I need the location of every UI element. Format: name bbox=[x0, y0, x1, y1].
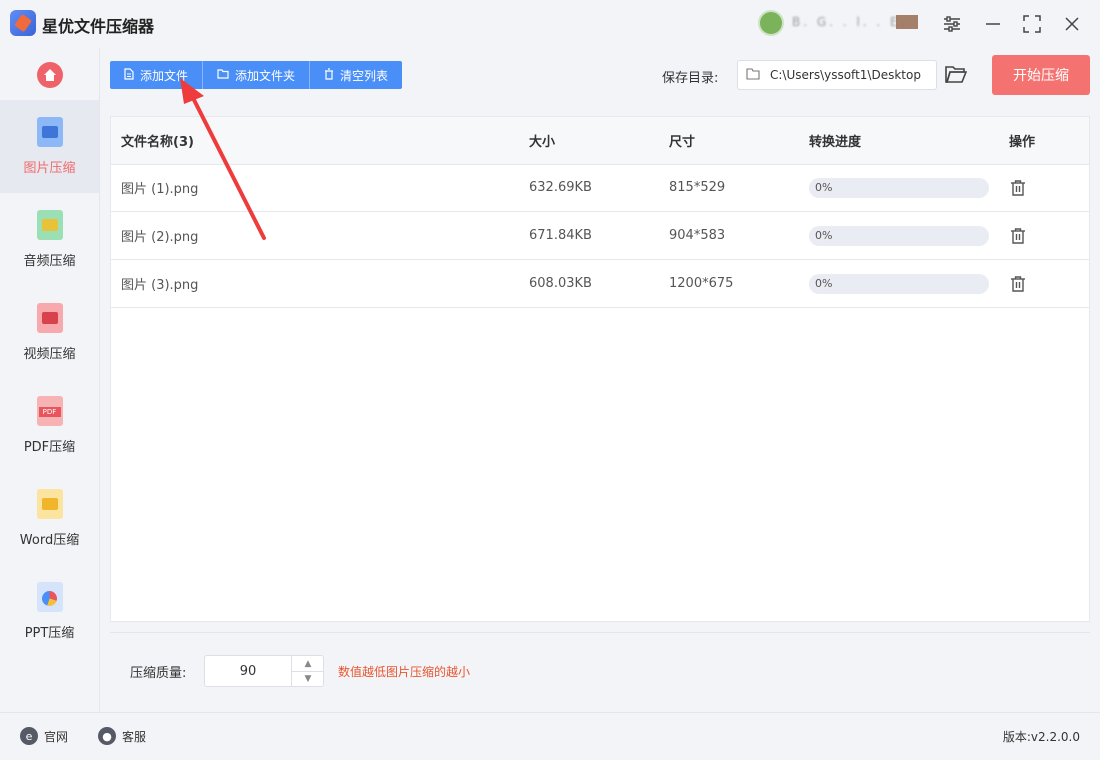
close-icon[interactable] bbox=[1060, 12, 1084, 36]
username-redaction bbox=[896, 15, 918, 29]
sidebar: 图片压缩 音频压缩 视频压缩 PDF PDF压缩 Word压缩 PPT压缩 bbox=[0, 48, 100, 712]
quality-label: 压缩质量: bbox=[130, 666, 187, 681]
sidebar-item-label: 音频压缩 bbox=[23, 254, 76, 269]
header-dimensions: 尺寸 bbox=[669, 135, 696, 150]
save-directory-label: 保存目录: bbox=[662, 71, 719, 86]
progress-label: 0% bbox=[815, 228, 833, 242]
quality-input[interactable]: 90 bbox=[205, 656, 291, 686]
header-size: 大小 bbox=[529, 135, 556, 150]
file-dimensions: 815*529 bbox=[669, 180, 726, 195]
open-folder-icon[interactable] bbox=[945, 64, 969, 86]
settings-sliders-icon[interactable] bbox=[940, 12, 964, 36]
sidebar-item-pdf-compress[interactable]: PDF PDF压缩 bbox=[0, 379, 99, 472]
sidebar-item-image-compress[interactable]: 图片压缩 bbox=[0, 100, 99, 193]
progress-cell: 0% bbox=[809, 212, 989, 259]
table-row[interactable]: 图片 (3).png 608.03KB 1200*675 0% bbox=[111, 260, 1089, 308]
sidebar-item-label: 图片压缩 bbox=[23, 161, 76, 176]
file-size: 671.84KB bbox=[529, 228, 592, 243]
audio-file-icon bbox=[36, 210, 63, 240]
minimize-icon[interactable] bbox=[981, 12, 1005, 36]
trash-icon[interactable] bbox=[1009, 227, 1027, 245]
support-link[interactable]: ● 客服 bbox=[98, 727, 146, 745]
progress-bar: 0% bbox=[809, 177, 989, 198]
home-icon[interactable] bbox=[37, 62, 63, 88]
ppt-file-icon bbox=[36, 582, 63, 612]
progress-label: 0% bbox=[815, 276, 833, 290]
header-name: 文件名称(3) bbox=[121, 135, 194, 150]
quality-stepper[interactable]: 90 ▲ ▼ bbox=[204, 655, 324, 687]
add-file-button[interactable]: 添加文件 bbox=[110, 61, 204, 89]
stepper-down-icon[interactable]: ▼ bbox=[291, 671, 324, 686]
delete-row-cell bbox=[1009, 164, 1027, 211]
add-file-label: 添加文件 bbox=[140, 68, 189, 83]
file-table: 文件名称(3) 大小 尺寸 转换进度 操作 图片 (1).png 632.69K… bbox=[110, 116, 1090, 622]
header-progress: 转换进度 bbox=[809, 135, 862, 150]
table-row[interactable]: 图片 (1).png 632.69KB 815*529 0% bbox=[111, 164, 1089, 212]
progress-cell: 0% bbox=[809, 164, 989, 211]
version-text: 版本:v2.2.0.0 bbox=[1002, 730, 1080, 744]
clear-list-button[interactable]: 清空列表 bbox=[310, 61, 402, 89]
add-folder-label: 添加文件夹 bbox=[235, 68, 296, 83]
footer: e 官网 ● 客服 版本:v2.2.0.0 bbox=[0, 712, 1100, 760]
file-name: 图片 (2).png bbox=[121, 230, 199, 245]
video-file-icon bbox=[36, 303, 63, 333]
sidebar-item-video-compress[interactable]: 视频压缩 bbox=[0, 286, 99, 379]
document-icon bbox=[124, 67, 134, 83]
progress-bar: 0% bbox=[809, 225, 989, 246]
sidebar-item-label: PPT压缩 bbox=[24, 626, 75, 641]
folder-icon bbox=[217, 68, 229, 82]
trash-icon[interactable] bbox=[1009, 179, 1027, 197]
user-avatar[interactable] bbox=[758, 10, 784, 36]
image-file-icon bbox=[36, 117, 63, 147]
sidebar-item-label: Word压缩 bbox=[19, 533, 80, 548]
quality-hint: 数值越低图片压缩的越小 bbox=[338, 665, 471, 679]
header-operation: 操作 bbox=[1009, 135, 1036, 150]
file-dimensions: 1200*675 bbox=[669, 276, 734, 291]
toolbar: 添加文件 添加文件夹 清空列表 bbox=[110, 61, 403, 89]
stepper-up-icon[interactable]: ▲ bbox=[291, 656, 324, 672]
main-panel: 添加文件 添加文件夹 清空列表 保存目录: C:\Users\yssoft1\D… bbox=[100, 48, 1100, 712]
title-bar: 星优文件压缩器 B. G. . l. . E. bbox=[0, 0, 1100, 48]
settings-panel: 压缩质量: 90 ▲ ▼ 数值越低图片压缩的越小 bbox=[110, 632, 1090, 712]
sidebar-item-word-compress[interactable]: Word压缩 bbox=[0, 472, 99, 565]
sidebar-item-audio-compress[interactable]: 音频压缩 bbox=[0, 193, 99, 286]
file-size: 608.03KB bbox=[529, 276, 592, 291]
folder-outline-icon bbox=[746, 67, 760, 83]
progress-cell: 0% bbox=[809, 260, 989, 307]
pdf-file-icon: PDF bbox=[36, 396, 63, 426]
table-row[interactable]: 图片 (2).png 671.84KB 904*583 0% bbox=[111, 212, 1089, 260]
file-name: 图片 (1).png bbox=[121, 182, 199, 197]
word-file-icon bbox=[36, 489, 63, 519]
file-name: 图片 (3).png bbox=[121, 278, 199, 293]
website-label: 官网 bbox=[44, 729, 69, 744]
trash-icon bbox=[324, 67, 334, 83]
save-directory-field[interactable]: C:\Users\yssoft1\Desktop bbox=[737, 60, 937, 90]
start-compress-button[interactable]: 开始压缩 bbox=[992, 55, 1090, 95]
progress-bar: 0% bbox=[809, 273, 989, 294]
chat-bubble-icon: ● bbox=[98, 727, 116, 745]
support-label: 客服 bbox=[122, 729, 147, 744]
maximize-icon[interactable] bbox=[1020, 12, 1044, 36]
sidebar-item-label: PDF压缩 bbox=[23, 440, 76, 455]
delete-row-cell bbox=[1009, 260, 1027, 307]
trash-icon[interactable] bbox=[1009, 275, 1027, 293]
app-title: 星优文件压缩器 bbox=[42, 17, 155, 36]
file-size: 632.69KB bbox=[529, 180, 592, 195]
file-dimensions: 904*583 bbox=[669, 228, 726, 243]
progress-label: 0% bbox=[815, 180, 833, 194]
table-header-row: 文件名称(3) 大小 尺寸 转换进度 操作 bbox=[111, 117, 1089, 165]
clear-list-label: 清空列表 bbox=[340, 68, 389, 83]
add-folder-button[interactable]: 添加文件夹 bbox=[203, 61, 311, 89]
sidebar-item-label: 视频压缩 bbox=[23, 347, 76, 362]
save-directory-value: C:\Users\yssoft1\Desktop bbox=[770, 68, 921, 82]
website-link[interactable]: e 官网 bbox=[20, 727, 68, 745]
sidebar-item-ppt-compress[interactable]: PPT压缩 bbox=[0, 565, 99, 658]
globe-icon: e bbox=[20, 727, 38, 745]
app-logo-icon bbox=[10, 10, 36, 36]
delete-row-cell bbox=[1009, 212, 1027, 259]
pdf-badge: PDF bbox=[38, 407, 61, 417]
